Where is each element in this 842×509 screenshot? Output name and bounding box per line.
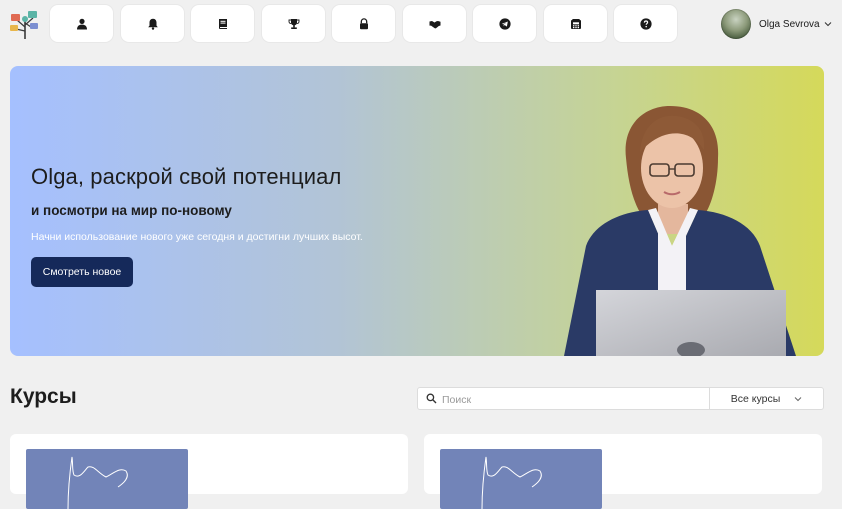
course-thumbnail-art xyxy=(67,456,128,509)
course-thumbnail xyxy=(440,449,602,509)
nav-security-button[interactable] xyxy=(332,5,395,42)
lock-icon xyxy=(359,17,368,29)
hero-photo xyxy=(564,106,796,356)
user-icon xyxy=(76,18,87,29)
search-icon xyxy=(426,393,437,404)
bell-icon xyxy=(147,18,158,30)
nav-contacts-button[interactable] xyxy=(544,5,607,42)
nav-notifications-button[interactable] xyxy=(121,5,184,42)
telegram-icon xyxy=(498,17,511,30)
top-navigation: Olga Sevrova xyxy=(0,0,842,48)
course-filter-select[interactable]: Все курсы xyxy=(709,388,823,409)
hero-banner: Olga, раскрой свой потенциал и посмотри … xyxy=(10,66,824,356)
hero-title: Olga, раскрой свой потенциал xyxy=(31,164,342,189)
course-search-bar: Все курсы xyxy=(417,387,824,410)
user-menu[interactable]: Olga Sevrova xyxy=(721,8,832,40)
chevron-down-icon xyxy=(794,396,802,401)
course-card[interactable] xyxy=(10,434,408,509)
chevron-down-icon[interactable] xyxy=(824,20,832,28)
courses-title: Курсы xyxy=(10,385,77,408)
nav-help-button[interactable] xyxy=(614,5,677,42)
phone-icon xyxy=(570,18,581,29)
course-thumbnail-art xyxy=(481,456,542,509)
nav-achievements-button[interactable] xyxy=(262,5,325,42)
user-name[interactable]: Olga Sevrova xyxy=(759,19,820,30)
nav-library-button[interactable] xyxy=(191,5,254,42)
search-input[interactable] xyxy=(440,390,714,409)
logo-icon[interactable] xyxy=(8,7,42,41)
watch-new-button[interactable]: Смотреть новое xyxy=(31,257,133,287)
handshake-icon xyxy=(429,20,440,28)
nav-profile-button[interactable] xyxy=(50,5,113,42)
hero-description: Начни использование нового уже сегодня и… xyxy=(31,231,363,243)
help-icon xyxy=(639,17,652,30)
avatar[interactable] xyxy=(721,9,751,39)
nav-telegram-button[interactable] xyxy=(473,5,536,42)
book-icon xyxy=(218,18,227,29)
course-filter-value: Все курсы xyxy=(730,392,781,405)
nav-partners-button[interactable] xyxy=(403,5,466,42)
trophy-icon xyxy=(288,18,299,29)
course-thumbnail xyxy=(26,449,188,509)
course-card[interactable] xyxy=(424,434,822,509)
hero-subtitle: и посмотри на мир по-новому xyxy=(31,203,232,218)
